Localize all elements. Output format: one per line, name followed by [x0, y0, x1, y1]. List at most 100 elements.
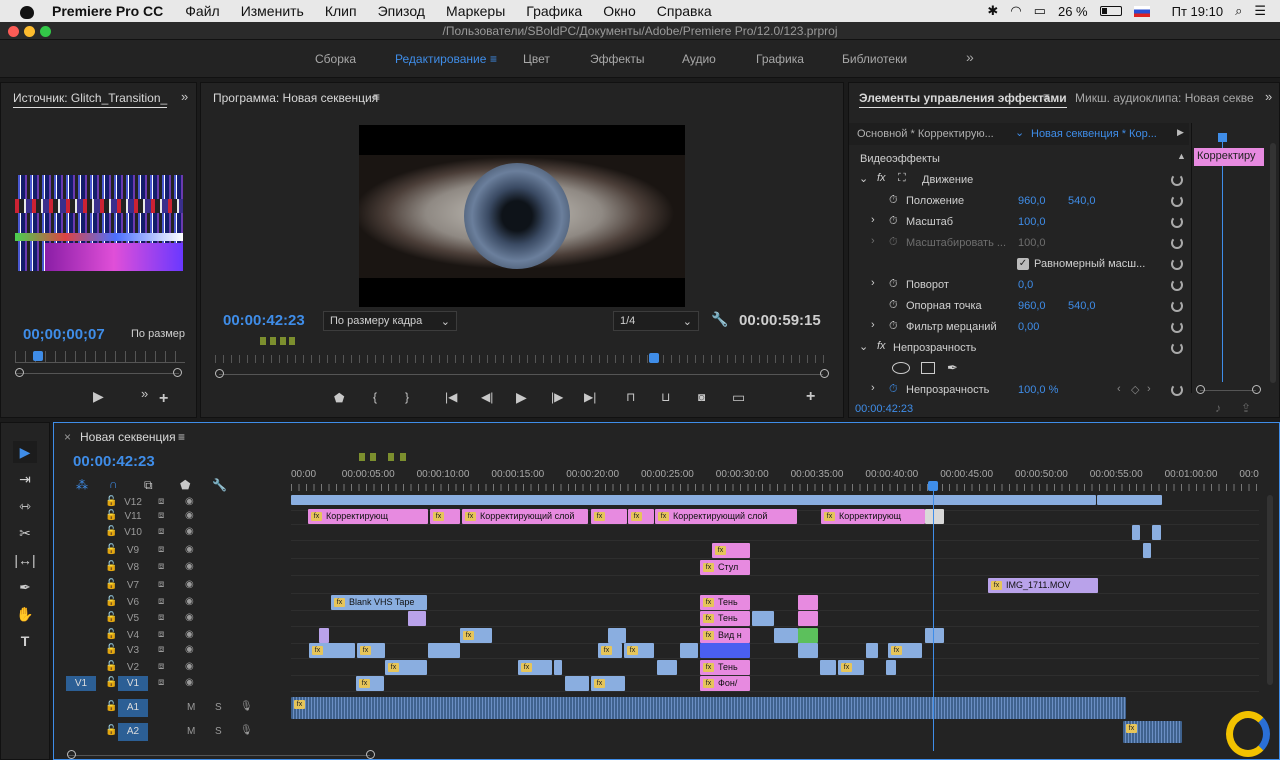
source-timecode[interactable]: 00;00;00;07 — [23, 326, 105, 343]
reset-icon[interactable] — [1171, 174, 1183, 186]
program-playhead[interactable] — [649, 353, 659, 363]
microphone-icon[interactable]: 🎙 — [240, 701, 253, 712]
lock-icon[interactable]: 🔓 — [105, 629, 117, 640]
clip[interactable]: fx — [309, 643, 355, 658]
clip[interactable]: fx Тень — [700, 611, 750, 626]
clip-selected[interactable] — [925, 509, 944, 524]
source-playhead[interactable] — [33, 351, 43, 361]
adjustment-layer-clip[interactable]: fx Корректирующ — [308, 509, 428, 524]
lock-icon[interactable]: 🔓 — [105, 701, 117, 712]
audio-scrub-icon[interactable]: ♪ — [1215, 401, 1221, 415]
audio-clip-a1[interactable]: fx — [291, 697, 1126, 719]
list-icon[interactable]: ☰ — [1254, 3, 1266, 19]
eye-icon[interactable]: ◉ — [185, 510, 194, 521]
play-icon[interactable]: ▶ — [1177, 127, 1184, 138]
workspace-graphics[interactable]: Графика — [756, 52, 804, 66]
snap-icon[interactable]: ∩ — [109, 477, 118, 491]
reset-icon[interactable] — [1171, 195, 1183, 207]
flag-icon[interactable] — [1133, 5, 1150, 17]
source-zoom-right-handle[interactable] — [173, 368, 182, 377]
panel-more-icon[interactable]: » — [181, 89, 188, 104]
reset-icon[interactable] — [1171, 237, 1183, 249]
stopwatch-icon[interactable]: ⏱ — [889, 299, 898, 312]
effect-row-motion[interactable]: ⌄ fx ⛶ Движение — [849, 170, 1189, 191]
program-time-ruler[interactable] — [215, 355, 829, 363]
sync-lock-icon[interactable]: ⧈ — [158, 644, 164, 655]
sync-lock-icon[interactable]: ⧈ — [158, 661, 164, 672]
effect-row-flicker-filter[interactable]: › ⏱ Фильтр мерцаний 0,00 — [849, 317, 1189, 338]
track-v12-clip-right[interactable] — [1097, 495, 1162, 505]
bluetooth-icon[interactable]: ✱ — [987, 3, 998, 19]
program-zoom-right-handle[interactable] — [820, 369, 829, 378]
scale-value[interactable]: 100,0 — [1018, 216, 1046, 228]
clip[interactable]: fx Стул — [700, 560, 750, 575]
workspace-menu-icon[interactable]: ≡ — [490, 52, 497, 66]
effect-controls-tab[interactable]: Элементы управления эффектами — [859, 91, 1067, 108]
menu-graphics[interactable]: Графика — [526, 3, 582, 19]
clip[interactable]: fx — [460, 628, 492, 643]
timeline-zoom-left-handle[interactable] — [67, 750, 76, 759]
sequence-clip-link[interactable]: Новая секвенция * Кор... — [1031, 128, 1157, 140]
flicker-value[interactable]: 0,00 — [1018, 321, 1039, 333]
transform-icon[interactable]: ⛶ — [898, 172, 906, 185]
audio-clip-mixer-tab[interactable]: Микш. аудиоклипа: Новая секве — [1075, 91, 1254, 105]
clip[interactable]: fx — [518, 660, 552, 675]
clip[interactable]: fx Тень — [700, 595, 750, 610]
clip[interactable] — [798, 643, 818, 658]
go-to-in-icon[interactable]: |◀ — [445, 390, 457, 404]
reset-icon[interactable] — [1171, 300, 1183, 312]
clip[interactable] — [866, 643, 878, 658]
position-x-value[interactable]: 960,0 — [1018, 195, 1046, 207]
anchor-y-value[interactable]: 540,0 — [1068, 300, 1096, 312]
hand-tool-icon[interactable]: ✋ — [13, 603, 37, 625]
reset-icon[interactable] — [1171, 384, 1183, 396]
fx-icon[interactable]: fx — [877, 172, 886, 184]
effect-row-position[interactable]: ⏱ Положение 960,0 540,0 — [849, 191, 1189, 212]
clip[interactable] — [798, 628, 818, 643]
track-target[interactable]: A1 — [118, 699, 148, 717]
mute-button[interactable]: M — [187, 726, 195, 737]
timeline-menu-icon[interactable]: ≡ — [178, 430, 185, 444]
lock-icon[interactable]: 🔓 — [105, 544, 117, 555]
linked-selection-icon[interactable]: ⧉ — [144, 478, 153, 493]
clock[interactable]: Пт 19:10 — [1172, 4, 1223, 19]
marker-icon[interactable] — [260, 337, 266, 345]
battery-icon[interactable] — [1099, 6, 1122, 16]
clip[interactable]: fx — [598, 643, 622, 658]
menu-help[interactable]: Справка — [657, 3, 712, 19]
marker-icon[interactable] — [359, 453, 365, 461]
sync-lock-icon[interactable]: ⧈ — [158, 596, 164, 607]
track-target[interactable]: V7 — [118, 578, 148, 593]
sync-lock-icon[interactable]: ⧈ — [158, 544, 164, 555]
stopwatch-icon[interactable]: ⏱ — [889, 320, 898, 333]
selection-tool-icon[interactable]: ▶ — [13, 441, 37, 463]
rotation-value[interactable]: 0,0 — [1018, 279, 1033, 291]
clip[interactable]: fx — [591, 676, 625, 691]
clip[interactable]: fx — [838, 660, 864, 675]
program-timecode[interactable]: 00:00:42:23 — [223, 312, 305, 329]
timeline-tab[interactable]: Новая секвенция — [80, 430, 176, 444]
clip[interactable] — [886, 660, 896, 675]
track-target[interactable]: V2 — [118, 660, 148, 675]
track-target[interactable]: A2 — [118, 723, 148, 741]
clip[interactable]: fx Blank VHS Tape — [331, 595, 427, 610]
menu-markers[interactable]: Маркеры — [446, 3, 505, 19]
camera-icon[interactable]: ◙ — [698, 390, 705, 404]
effect-row-scale-width[interactable]: › ⏱ Масштабировать ... 100,0 — [849, 233, 1189, 254]
effect-row-scale[interactable]: › ⏱ Масштаб 100,0 — [849, 212, 1189, 233]
lock-icon[interactable]: 🔓 — [105, 612, 117, 623]
lock-icon[interactable]: 🔓 — [105, 510, 117, 521]
ellipse-mask-icon[interactable] — [892, 362, 910, 374]
lock-icon[interactable]: 🔓 — [105, 526, 117, 537]
step-back-icon[interactable]: ◀| — [481, 390, 493, 404]
program-panel-menu-icon[interactable]: ≡ — [373, 90, 380, 104]
workspace-libraries[interactable]: Библиотеки — [842, 52, 907, 66]
adjustment-layer-clip[interactable]: fx — [591, 509, 627, 524]
add-button-icon[interactable]: + — [806, 388, 815, 406]
sync-lock-icon[interactable]: ⧈ — [158, 579, 164, 590]
effects-playhead[interactable] — [1218, 133, 1227, 142]
adjustment-layer-clip[interactable]: fx Корректирующ — [821, 509, 925, 524]
time-ruler[interactable]: 00:00 00:00:05:00 00:00:10:00 00:00:15:00 00… — [291, 467, 1259, 493]
clip[interactable] — [608, 628, 626, 643]
sync-lock-icon[interactable]: ⧈ — [158, 612, 164, 623]
